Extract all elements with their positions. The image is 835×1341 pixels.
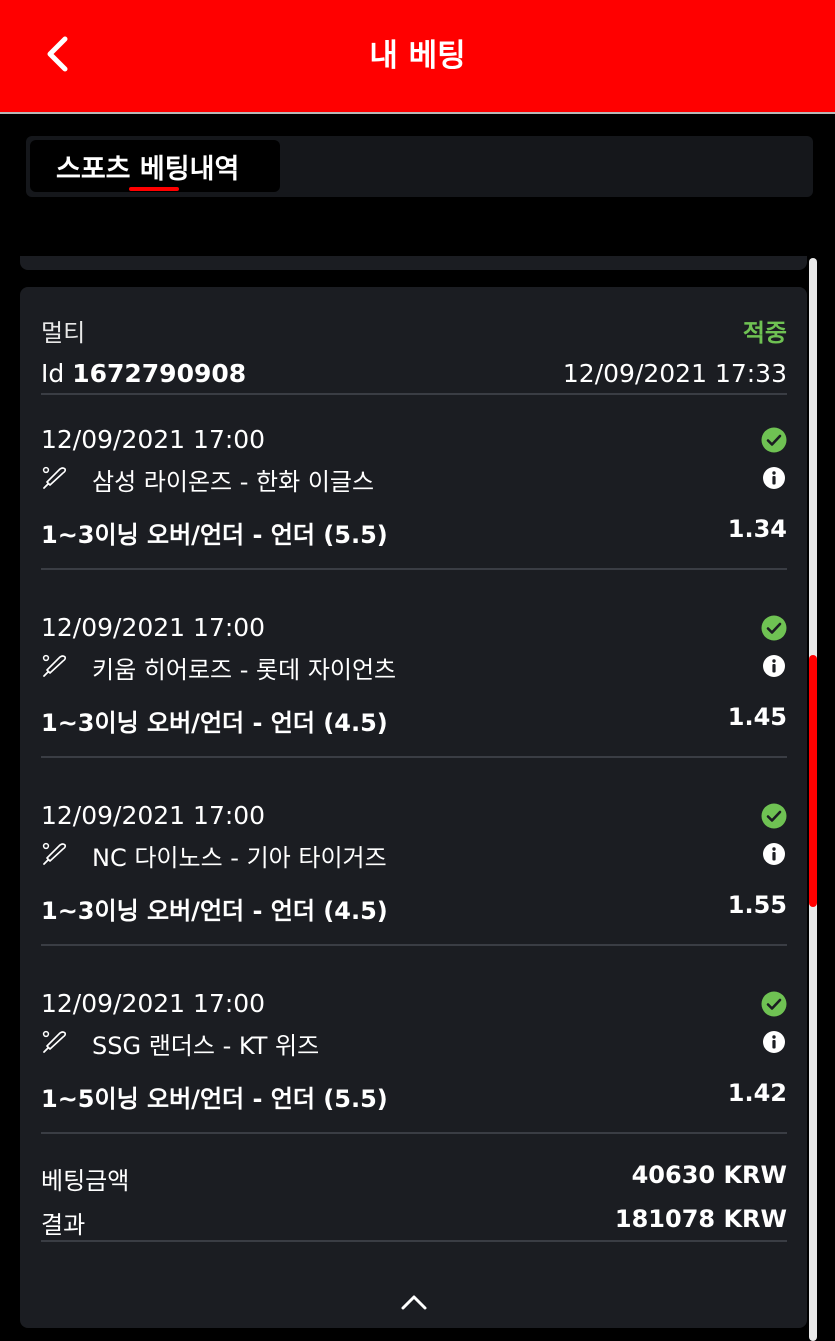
selection-odds: 1.42	[727, 1079, 787, 1107]
chevron-up-icon	[401, 1295, 427, 1310]
selection-odds: 1.45	[727, 703, 787, 731]
divider	[41, 1240, 787, 1242]
selection-time: 12/09/2021 17:00	[41, 989, 266, 1018]
collapse-button[interactable]	[394, 1285, 434, 1319]
selection-item: 12/09/2021 17:00 NC 다이노스 - 기아 타이거즈 1~3이닝…	[41, 801, 787, 989]
divider	[41, 568, 787, 570]
check-circle-icon	[761, 803, 787, 829]
selection-time: 12/09/2021 17:00	[41, 425, 266, 454]
info-icon[interactable]	[763, 843, 785, 865]
stake-label: 베팅금액	[41, 1167, 130, 1195]
bet-card: 멀티 적중 Id 1672790908 12/09/2021 17:33 12/…	[20, 287, 807, 1328]
selection-time: 12/09/2021 17:00	[41, 613, 266, 642]
selection-item: 12/09/2021 17:00 키움 히어로즈 - 롯데 자이언츠 1~3이닝…	[41, 613, 787, 801]
selection-match: 키움 히어로즈 - 롯데 자이언츠	[92, 656, 397, 684]
info-icon[interactable]	[763, 655, 785, 677]
baseball-bat-icon	[42, 1030, 67, 1053]
divider	[41, 944, 787, 946]
active-tab-indicator	[129, 187, 179, 191]
info-icon[interactable]	[763, 467, 785, 489]
baseball-bat-icon	[42, 842, 67, 865]
bet-type: 멀티	[41, 319, 86, 347]
divider	[41, 393, 787, 395]
previous-bet-card-edge	[20, 256, 807, 270]
divider	[41, 756, 787, 758]
check-circle-icon	[761, 615, 787, 641]
selection-match: NC 다이노스 - 기아 타이거즈	[92, 844, 387, 872]
selection-match: SSG 랜더스 - KT 위즈	[92, 1032, 320, 1060]
baseball-bat-icon	[42, 466, 67, 489]
bet-id-prefix: Id	[41, 359, 65, 388]
selection-market: 1~3이닝 오버/언더 - 언더 (5.5)	[41, 521, 388, 549]
result-value: 181078 KRW	[614, 1205, 787, 1233]
page-title: 내 베팅	[369, 38, 466, 74]
tab-label: 스포츠 베팅내역	[56, 153, 240, 185]
baseball-bat-icon	[42, 654, 67, 677]
check-circle-icon	[761, 991, 787, 1017]
info-icon[interactable]	[763, 1031, 785, 1053]
selection-market: 1~3이닝 오버/언더 - 언더 (4.5)	[41, 709, 388, 737]
tab-sports-bet-history[interactable]: 스포츠 베팅내역	[30, 140, 280, 192]
bet-status: 적중	[742, 319, 787, 347]
selection-market: 1~3이닝 오버/언더 - 언더 (4.5)	[41, 897, 388, 925]
selection-time: 12/09/2021 17:00	[41, 801, 266, 830]
scrollbar-thumb[interactable]	[809, 655, 817, 907]
selection-item: 12/09/2021 17:00 삼성 라이온즈 - 한화 이글스 1~3이닝 …	[41, 425, 787, 613]
result-label: 결과	[41, 1211, 86, 1239]
selection-item: 12/09/2021 17:00 SSG 랜더스 - KT 위즈 1~5이닝 오…	[41, 989, 787, 1177]
app-header: 내 베팅	[0, 0, 835, 114]
bet-placed-at: 12/09/2021 17:33	[562, 359, 787, 388]
stake-value: 40630 KRW	[631, 1161, 787, 1189]
divider	[41, 1132, 787, 1134]
selection-odds: 1.34	[727, 515, 787, 543]
bet-id: 1672790908	[72, 359, 247, 388]
tab-bar: 스포츠 베팅내역	[26, 136, 813, 197]
selection-odds: 1.55	[727, 891, 787, 919]
selection-market: 1~5이닝 오버/언더 - 언더 (5.5)	[41, 1085, 388, 1113]
selection-match: 삼성 라이온즈 - 한화 이글스	[92, 468, 375, 496]
check-circle-icon	[761, 427, 787, 453]
